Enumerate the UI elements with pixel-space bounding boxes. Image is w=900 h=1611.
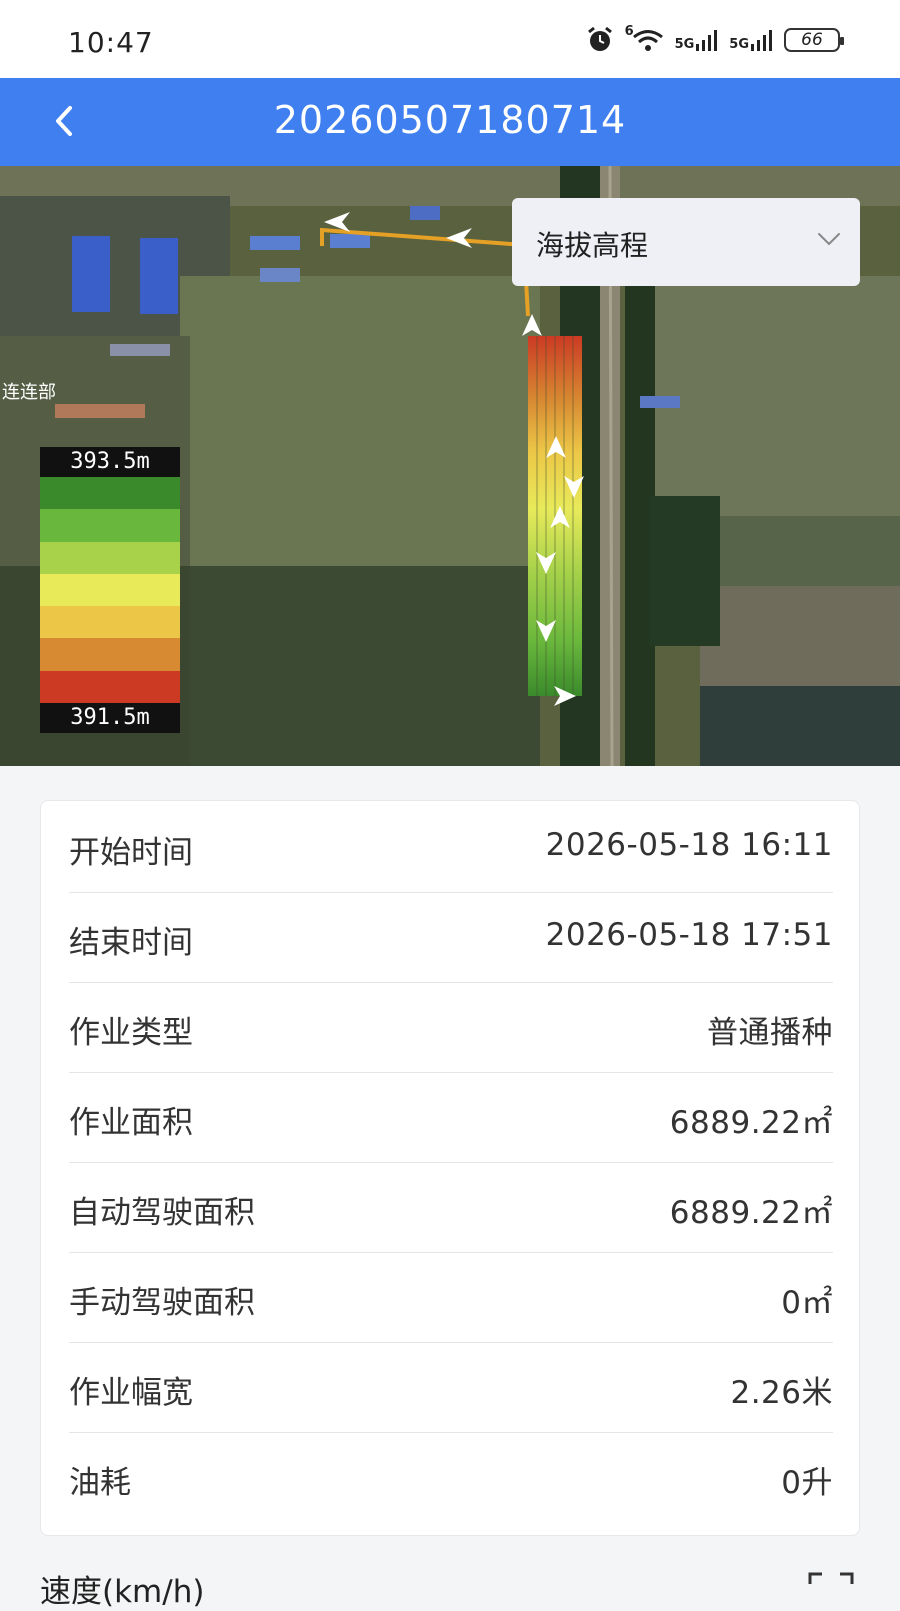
legend-band: [40, 638, 180, 671]
detail-label: 油耗: [69, 1465, 131, 1501]
alarm-icon: [587, 26, 612, 51]
wifi-indicator: 6: [625, 24, 665, 54]
detail-label: 作业面积: [69, 1105, 193, 1141]
speed-section-title: 速度(km/h): [40, 1574, 205, 1610]
5g-signal-icon: [696, 30, 718, 51]
work-details-card: 开始时间 2026-05-18 16:11 结束时间 2026-05-18 17:51…: [40, 800, 860, 1536]
legend-min-label: 391.5m: [40, 703, 180, 733]
page-title: 20260507180714: [273, 98, 627, 142]
legend-band: [40, 477, 180, 510]
detail-value: 6889.22㎡: [669, 1105, 833, 1141]
detail-label: 作业幅宽: [69, 1375, 193, 1411]
detail-row: 手动驾驶面积 0㎡: [69, 1251, 833, 1343]
legend-band: [40, 670, 180, 703]
map-place-label: 连连部: [2, 382, 56, 403]
signal-2: 5G: [729, 28, 774, 52]
app-header: 20260507180714: [0, 78, 900, 166]
detail-row: 作业类型 普通播种: [69, 981, 833, 1073]
detail-row: 作业面积 6889.22㎡: [69, 1071, 833, 1163]
detail-row: 作业幅宽 2.26米: [69, 1341, 833, 1433]
5g-signal-icon: [751, 30, 772, 51]
detail-row: 自动驾驶面积 6889.22㎡: [69, 1161, 833, 1253]
chevron-down-icon: [818, 233, 840, 246]
detail-value: 6889.22㎡: [669, 1195, 833, 1231]
detail-row: 油耗 0升: [69, 1431, 833, 1523]
detail-value: 0㎡: [781, 1285, 833, 1321]
legend-band: [40, 573, 180, 607]
battery-icon: 66: [784, 28, 844, 52]
detail-value: 普通播种: [707, 1015, 833, 1051]
legend-band: [40, 606, 180, 639]
layer-select-dropdown[interactable]: 海拔高程: [512, 198, 860, 286]
fullscreen-icon[interactable]: [806, 1570, 856, 1610]
legend-color-bands: [40, 477, 180, 703]
detail-label: 自动驾驶面积: [69, 1195, 255, 1231]
detail-label: 作业类型: [69, 1015, 193, 1051]
detail-value: 2026-05-18 17:51: [545, 917, 833, 953]
legend-max-label: 393.5m: [40, 447, 180, 477]
status-icons: 6 5G 5G 66: [585, 24, 844, 54]
layer-select-value: 海拔高程: [536, 229, 649, 262]
detail-row: 结束时间 2026-05-18 17:51: [69, 891, 833, 983]
detail-row: 开始时间 2026-05-18 16:11: [69, 801, 833, 893]
signal-1: 5G: [675, 28, 720, 52]
detail-value: 2026-05-18 16:11: [545, 827, 833, 863]
detail-label: 开始时间: [69, 835, 193, 871]
detail-label: 结束时间: [69, 925, 193, 961]
detail-value: 0升: [781, 1465, 833, 1501]
detail-label: 手动驾驶面积: [69, 1285, 255, 1321]
legend-band: [40, 541, 180, 574]
status-bar: 10:47 6 5G 5G 66: [0, 0, 900, 78]
wifi-icon: [632, 30, 663, 51]
legend-band: [40, 509, 180, 542]
detail-value: 2.26米: [730, 1375, 833, 1411]
status-time: 10:47: [68, 26, 154, 59]
elevation-legend: 393.5m 391.5m: [40, 447, 180, 733]
